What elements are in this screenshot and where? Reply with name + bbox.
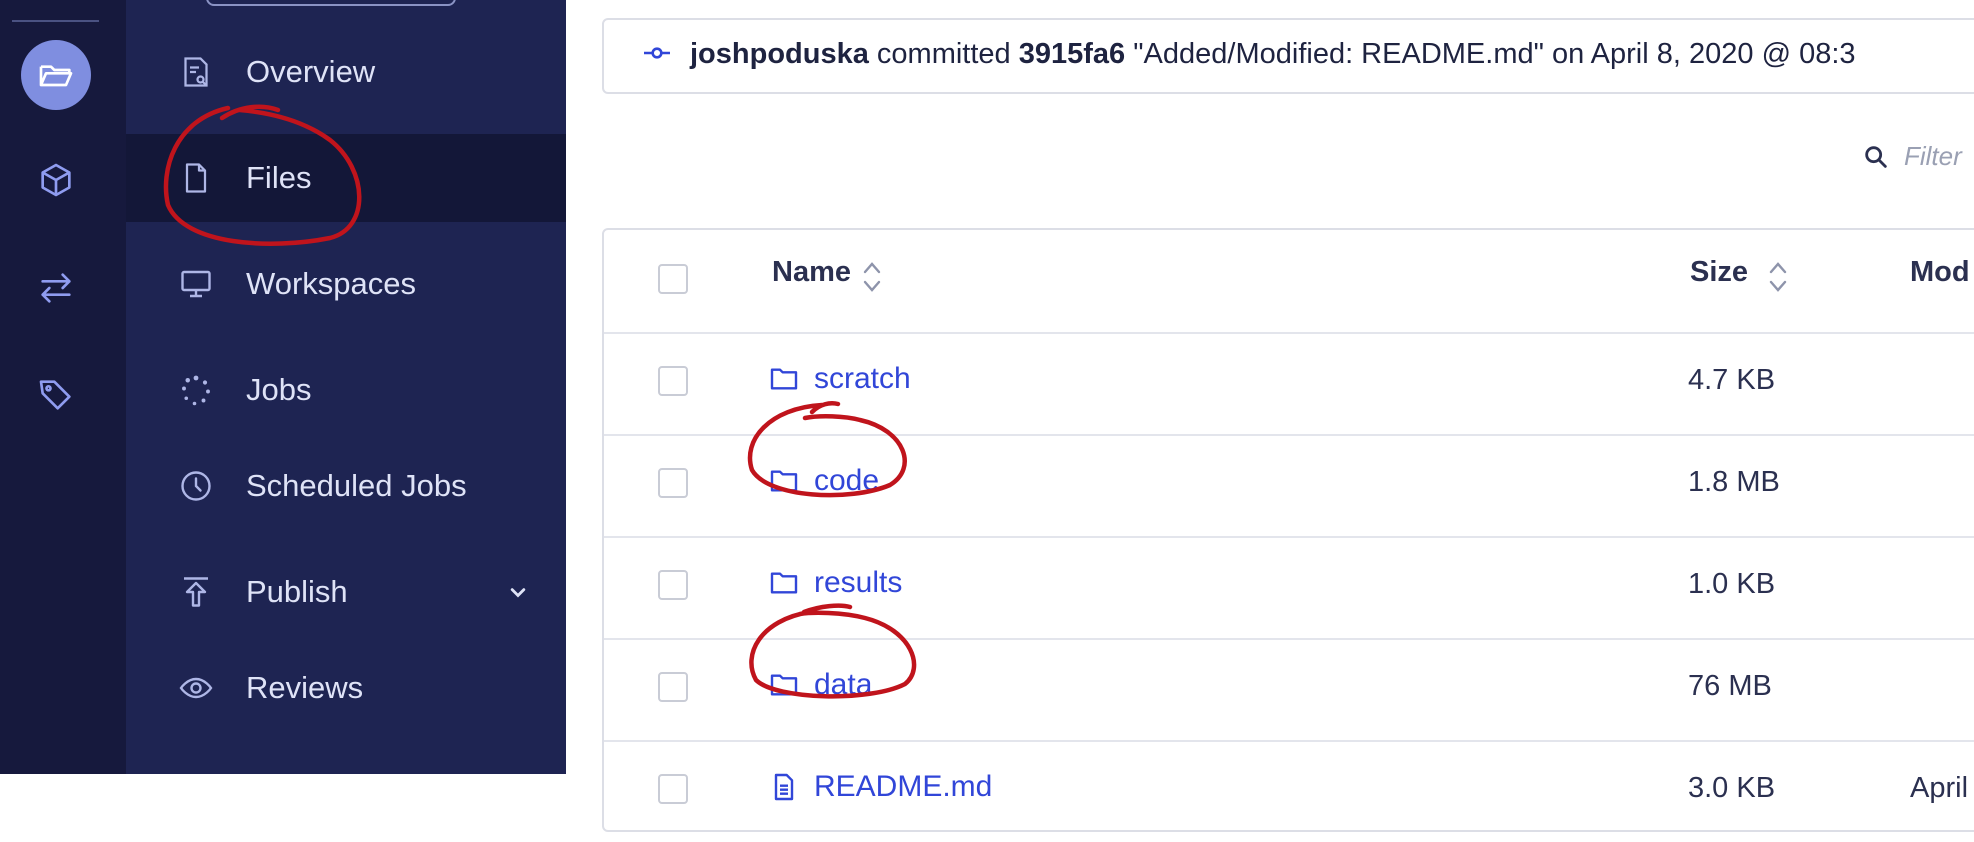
- rail-transfers-button[interactable]: [21, 253, 91, 323]
- commit-hash[interactable]: 3915fa6: [1019, 38, 1125, 70]
- spinner-icon: [176, 370, 216, 410]
- sidebar-item-label: Publish: [246, 574, 348, 609]
- sidebar-item-scheduled-jobs[interactable]: Scheduled Jobs: [126, 442, 566, 530]
- file-link[interactable]: results: [814, 566, 902, 600]
- file-link[interactable]: README.md: [814, 770, 992, 804]
- row-checkbox[interactable]: [658, 366, 688, 396]
- swap-arrows-icon: [41, 273, 71, 303]
- sidebar-item-label: Overview: [246, 54, 376, 89]
- filter-input[interactable]: [1902, 140, 1974, 173]
- select-all-checkbox[interactable]: [658, 264, 688, 294]
- sidebar-item-label: Scheduled Jobs: [246, 468, 467, 503]
- sidebar-item-label: Workspaces: [246, 266, 416, 301]
- sidebar-item-label: Files: [246, 160, 312, 195]
- overview-icon: [176, 52, 216, 92]
- folder-icon: [770, 368, 798, 390]
- chevron-down-icon[interactable]: [504, 578, 532, 606]
- rail-divider: [12, 20, 99, 22]
- file-icon: [176, 158, 216, 198]
- name-cell: README.md: [768, 770, 992, 804]
- sidebar-item-reviews[interactable]: Reviews: [126, 644, 566, 732]
- commit-user[interactable]: joshpoduska: [690, 38, 869, 70]
- filter-box: [1862, 140, 1974, 173]
- size-cell: 3.0 KB: [1688, 772, 1776, 804]
- sidebar-item-publish[interactable]: Publish: [126, 548, 566, 636]
- sidebar-item-workspaces[interactable]: Workspaces: [126, 240, 566, 328]
- name-cell: code: [768, 464, 879, 498]
- table-row: README.md 3.0 KB April: [604, 740, 1974, 842]
- name-cell: results: [768, 566, 902, 600]
- sidebar-item-overview[interactable]: Overview: [126, 28, 566, 116]
- folder-icon: [770, 674, 798, 696]
- files-table: Name Size Mod scratch 4.7 KB code 1.8 MB…: [602, 228, 1974, 832]
- rail-tags-button[interactable]: [21, 360, 91, 430]
- folder-icon: [770, 470, 798, 492]
- sidebar-item-jobs[interactable]: Jobs: [126, 346, 566, 434]
- sidebar-item-label: Jobs: [246, 372, 312, 407]
- folder-icon: [770, 572, 798, 594]
- size-cell: 1.0 KB: [1688, 568, 1776, 600]
- sidebar-search-stub[interactable]: [206, 0, 456, 6]
- modified-column-header[interactable]: Mod: [1910, 256, 1970, 289]
- modified-cell: April: [1910, 772, 1969, 804]
- row-checkbox[interactable]: [658, 774, 688, 804]
- row-checkbox[interactable]: [658, 570, 688, 600]
- file-link[interactable]: scratch: [814, 362, 911, 396]
- icon-rail: [0, 0, 126, 774]
- table-row: data 76 MB: [604, 638, 1974, 742]
- file-link[interactable]: data: [814, 668, 872, 702]
- search-icon: [1865, 145, 1887, 168]
- cube-icon: [41, 163, 71, 197]
- document-icon: [774, 773, 794, 801]
- table-row: code 1.8 MB: [604, 434, 1974, 538]
- monitor-icon: [176, 264, 216, 304]
- size-cell: 1.8 MB: [1688, 466, 1780, 498]
- row-checkbox[interactable]: [658, 672, 688, 702]
- name-cell: scratch: [768, 362, 911, 396]
- sort-icon[interactable]: [862, 260, 882, 294]
- commit-verb: committed: [876, 38, 1011, 70]
- folder-open-icon: [39, 65, 73, 87]
- sort-icon[interactable]: [1768, 260, 1788, 294]
- table-row: results 1.0 KB: [604, 536, 1974, 640]
- commit-icon: [644, 47, 670, 59]
- latest-commit-bar: joshpoduska committed 3915fa6 "Added/Mod…: [602, 18, 1974, 94]
- sidebar-item-label: Reviews: [246, 670, 364, 705]
- rail-projects-button[interactable]: [21, 40, 91, 110]
- commit-summary: joshpoduska committed 3915fa6 "Added/Mod…: [690, 38, 1856, 71]
- upload-icon: [176, 572, 216, 612]
- size-column-header[interactable]: Size: [1690, 256, 1748, 289]
- name-cell: data: [768, 668, 872, 702]
- commit-message: "Added/Modified: README.md": [1133, 38, 1544, 70]
- commit-date: on April 8, 2020 @ 08:3: [1551, 38, 1856, 70]
- size-cell: 4.7 KB: [1688, 364, 1776, 396]
- table-row: scratch 4.7 KB: [604, 332, 1974, 436]
- eye-icon: [176, 668, 216, 708]
- tag-icon: [39, 380, 71, 410]
- sidebar-item-files[interactable]: Files: [126, 134, 566, 222]
- clock-icon: [176, 466, 216, 506]
- rail-models-button[interactable]: [21, 145, 91, 215]
- size-cell: 76 MB: [1688, 670, 1772, 702]
- name-column-header[interactable]: Name: [772, 256, 851, 289]
- file-link[interactable]: code: [814, 464, 879, 498]
- table-header-row: Name Size Mod: [604, 230, 1974, 334]
- row-checkbox[interactable]: [658, 468, 688, 498]
